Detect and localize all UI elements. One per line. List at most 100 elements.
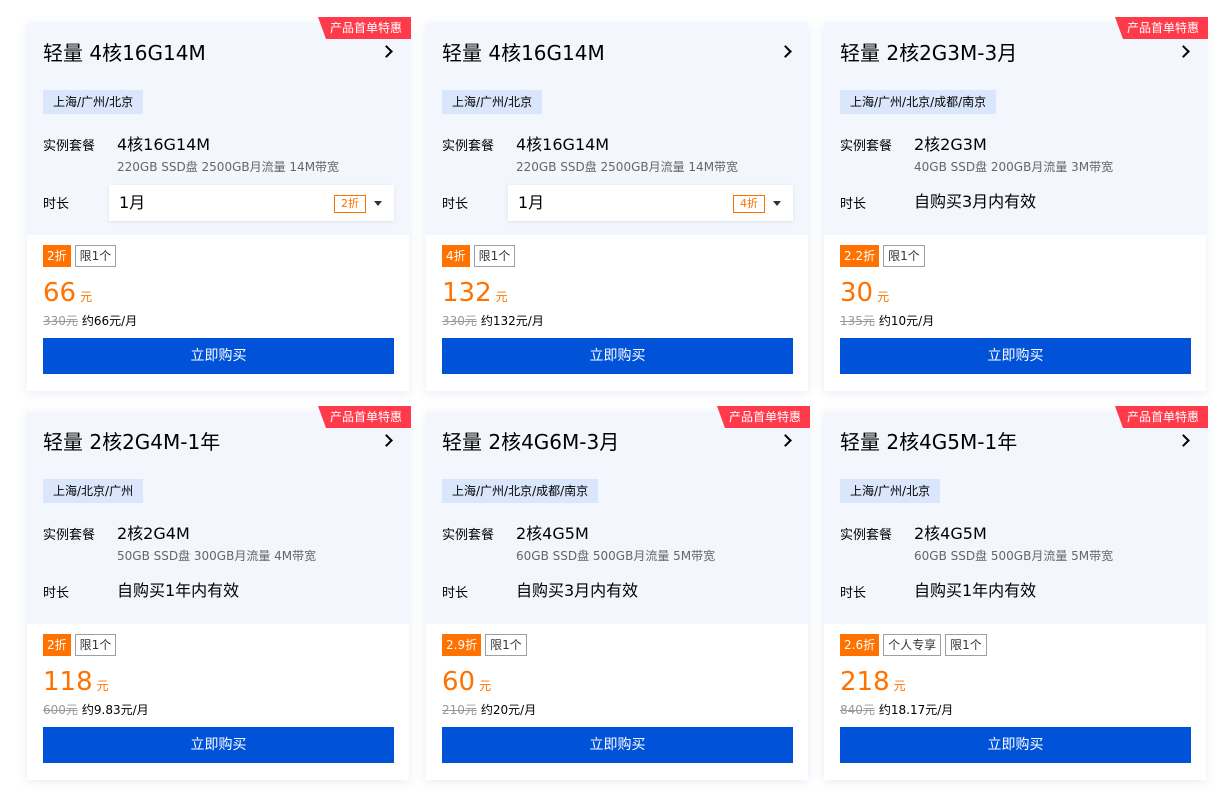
price: 60 元 (442, 666, 491, 698)
product-title[interactable]: 轻量 4核16G14M (43, 39, 206, 67)
product-title[interactable]: 轻量 2核2G4M-1年 (43, 428, 220, 456)
duration-label: 时长 (442, 197, 469, 212)
limit-tag: 限1个 (485, 634, 527, 656)
price-detail: 135元 约10元/月 (840, 313, 934, 330)
duration-value: 自购买3月内有效 (516, 581, 639, 600)
original-price: 330元 (442, 314, 477, 328)
monthly-price: 约66元/月 (81, 314, 138, 328)
product-title[interactable]: 轻量 2核4G6M-3月 (442, 428, 619, 456)
duration-discount-badge: 4折 (733, 195, 765, 213)
spec-name: 4核16G14M (516, 135, 610, 154)
buy-now-button[interactable]: 立即购买 (840, 727, 1191, 763)
price-detail: 600元 约9.83元/月 (43, 702, 149, 719)
price-value: 30 (840, 278, 874, 308)
promo-ribbon: 产品首单特惠 (1114, 17, 1208, 39)
region-tag: 上海/广州/北京/成都/南京 (442, 479, 599, 503)
limit-tag: 限1个 (473, 245, 516, 267)
price-detail: 330元 约66元/月 (43, 313, 137, 330)
product-title[interactable]: 轻量 4核16G14M (442, 39, 605, 67)
price-value: 118 (43, 667, 93, 697)
promo-ribbon: 产品首单特惠 (716, 406, 810, 428)
product-card: 轻量 4核16G14M 上海/广州/北京 实例套餐 4核16G14M 220GB… (426, 23, 808, 391)
price-detail: 210元 约20元/月 (442, 702, 536, 719)
spec-description: 60GB SSD盘 500GB月流量 5M带宽 (516, 549, 716, 563)
price: 30 元 (840, 277, 889, 309)
price-unit: 元 (893, 679, 906, 693)
price: 132 元 (442, 277, 508, 309)
duration-select[interactable]: 1月 2折 (109, 185, 394, 221)
spec-description: 60GB SSD盘 500GB月流量 5M带宽 (914, 549, 1114, 563)
buy-now-button[interactable]: 立即购买 (442, 338, 793, 374)
tag-row: 2.6折 个人专享 限1个 (840, 634, 987, 656)
tag-row: 2.2折 限1个 (840, 245, 925, 267)
price-unit: 元 (96, 679, 109, 693)
price-detail: 330元 约132元/月 (442, 313, 544, 330)
duration-value: 自购买3月内有效 (914, 192, 1037, 211)
caret-down-icon[interactable] (773, 201, 781, 206)
monthly-price: 约10元/月 (878, 314, 935, 328)
spec-name: 4核16G14M (117, 135, 211, 154)
price: 218 元 (840, 666, 906, 698)
promo-ribbon: 产品首单特惠 (1114, 406, 1208, 428)
discount-tag: 2折 (43, 634, 71, 656)
buy-now-button[interactable]: 立即购买 (840, 338, 1191, 374)
tag-row: 2折 限1个 (43, 245, 117, 267)
region-tag: 上海/广州/北京 (43, 90, 144, 114)
limit-tag: 限1个 (883, 245, 925, 267)
discount-tag: 2.9折 (442, 634, 482, 656)
tag-row: 4折 限1个 (442, 245, 516, 267)
discount-tag: 2折 (43, 245, 71, 267)
product-card: 产品首单特惠 轻量 2核4G6M-3月 上海/广州/北京/成都/南京 实例套餐 … (426, 406, 810, 780)
buy-now-button[interactable]: 立即购买 (43, 727, 394, 763)
duration-selected-value: 1月 (518, 193, 545, 212)
limit-tag: 限1个 (945, 634, 987, 656)
price-unit: 元 (479, 679, 492, 693)
spec-description: 220GB SSD盘 2500GB月流量 14M带宽 (516, 160, 739, 174)
discount-tag: 4折 (442, 245, 470, 267)
original-price: 135元 (840, 314, 875, 328)
original-price: 840元 (840, 703, 875, 717)
spec-label: 实例套餐 (840, 528, 893, 543)
spec-description: 220GB SSD盘 2500GB月流量 14M带宽 (117, 160, 340, 174)
spec-label: 实例套餐 (43, 139, 96, 154)
price-detail: 840元 约18.17元/月 (840, 702, 953, 719)
spec-name: 2核4G5M (516, 524, 589, 543)
duration-select[interactable]: 1月 4折 (508, 185, 793, 221)
region-tag: 上海/广州/北京 (840, 479, 941, 503)
duration-label: 时长 (840, 197, 867, 212)
original-price: 330元 (43, 314, 78, 328)
product-card: 产品首单特惠 轻量 2核2G4M-1年 上海/北京/广州 实例套餐 2核2G4M… (27, 406, 411, 780)
region-tag: 上海/北京/广州 (43, 479, 144, 503)
duration-value: 自购买1年内有效 (914, 581, 1037, 600)
region-tag: 上海/广州/北京/成都/南京 (840, 90, 997, 114)
duration-selected-value: 1月 (119, 193, 146, 212)
original-price: 600元 (43, 703, 78, 717)
caret-down-icon[interactable] (374, 201, 382, 206)
spec-name: 2核4G5M (914, 524, 987, 543)
spec-description: 40GB SSD盘 200GB月流量 3M带宽 (914, 160, 1114, 174)
tag-row: 2.9折 限1个 (442, 634, 527, 656)
duration-value: 自购买1年内有效 (117, 581, 240, 600)
spec-label: 实例套餐 (43, 528, 96, 543)
duration-label: 时长 (43, 197, 70, 212)
promo-ribbon: 产品首单特惠 (317, 406, 411, 428)
monthly-price: 约20元/月 (480, 703, 537, 717)
product-title[interactable]: 轻量 2核2G3M-3月 (840, 39, 1017, 67)
buy-now-button[interactable]: 立即购买 (442, 727, 793, 763)
price-value: 132 (442, 278, 492, 308)
limit-tag: 限1个 (74, 245, 117, 267)
discount-tag: 2.6折 (840, 634, 880, 656)
limit-tag: 限1个 (74, 634, 117, 656)
original-price: 210元 (442, 703, 477, 717)
price-unit: 元 (495, 290, 508, 304)
price-value: 218 (840, 667, 890, 697)
duration-label: 时长 (840, 586, 867, 601)
price: 66 元 (43, 277, 92, 309)
buy-now-button[interactable]: 立即购买 (43, 338, 394, 374)
price-unit: 元 (80, 290, 93, 304)
spec-label: 实例套餐 (442, 528, 495, 543)
product-card: 产品首单特惠 轻量 4核16G14M 上海/广州/北京 实例套餐 4核16G14… (27, 17, 411, 391)
price: 118 元 (43, 666, 109, 698)
product-card: 产品首单特惠 轻量 2核2G3M-3月 上海/广州/北京/成都/南京 实例套餐 … (824, 17, 1208, 391)
product-title[interactable]: 轻量 2核4G5M-1年 (840, 428, 1017, 456)
